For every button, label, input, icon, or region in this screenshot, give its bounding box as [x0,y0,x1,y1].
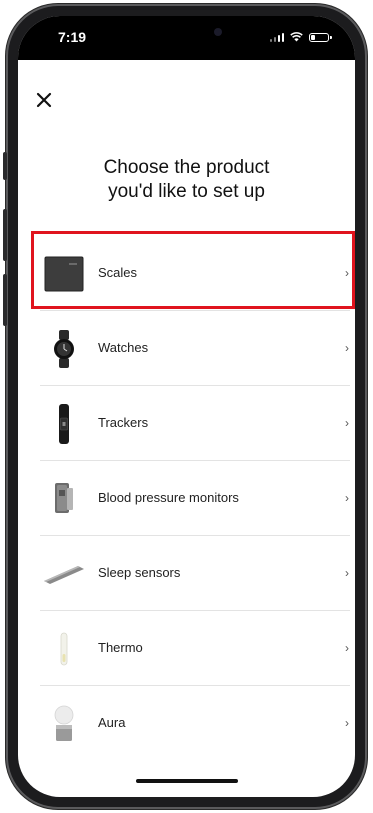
volume-up-button [3,209,7,261]
product-label: Scales [98,265,138,280]
front-camera [214,28,222,36]
aura-icon [42,702,86,746]
status-icons [269,32,332,42]
product-label: Aura [98,715,126,730]
tracker-icon [42,402,86,446]
status-time: 7:19 [58,29,87,45]
chevron-right-icon: › [345,566,349,580]
phone-frame: 7:19 Choose the product you'd like to se… [3,4,367,809]
status-bar: 7:19 [18,16,355,60]
product-item-watches[interactable]: Watches › [18,311,355,386]
notch [136,16,244,46]
product-item-trackers[interactable]: Trackers › [18,386,355,461]
thermometer-icon [42,627,86,671]
product-item-scales[interactable]: Scales › [18,236,355,311]
battery-icon [309,33,332,42]
watch-icon [42,327,86,371]
chevron-right-icon: › [345,266,349,280]
product-item-aura[interactable]: Aura › [18,686,355,761]
chevron-right-icon: › [345,716,349,730]
page-title: Choose the product you'd like to set up [103,157,270,202]
product-item-thermo[interactable]: Thermo › [18,611,355,686]
blood-pressure-monitor-icon [42,477,86,521]
chevron-right-icon: › [345,491,349,505]
chevron-right-icon: › [345,641,349,655]
sleep-sensor-icon [42,552,86,596]
screen: 7:19 Choose the product you'd like to se… [18,16,355,797]
volume-down-button [3,274,7,326]
product-label: Sleep sensors [98,565,181,580]
chevron-right-icon: › [345,341,349,355]
cellular-signal-icon [269,32,284,42]
close-icon[interactable] [36,92,52,108]
product-list: Scales › Watches › Trackers › Blood pres… [18,236,355,761]
scale-icon [42,252,86,296]
product-label: Watches [98,340,149,355]
chevron-right-icon: › [345,416,349,430]
product-label: Trackers [98,415,149,430]
product-item-sleep-sensors[interactable]: Sleep sensors › [18,536,355,611]
wifi-icon [290,32,303,42]
home-indicator[interactable] [136,779,238,783]
product-item-blood-pressure-monitors[interactable]: Blood pressure monitors › [18,461,355,536]
product-label: Thermo [98,640,143,655]
product-label: Blood pressure monitors [98,490,239,505]
mute-switch [3,152,7,180]
